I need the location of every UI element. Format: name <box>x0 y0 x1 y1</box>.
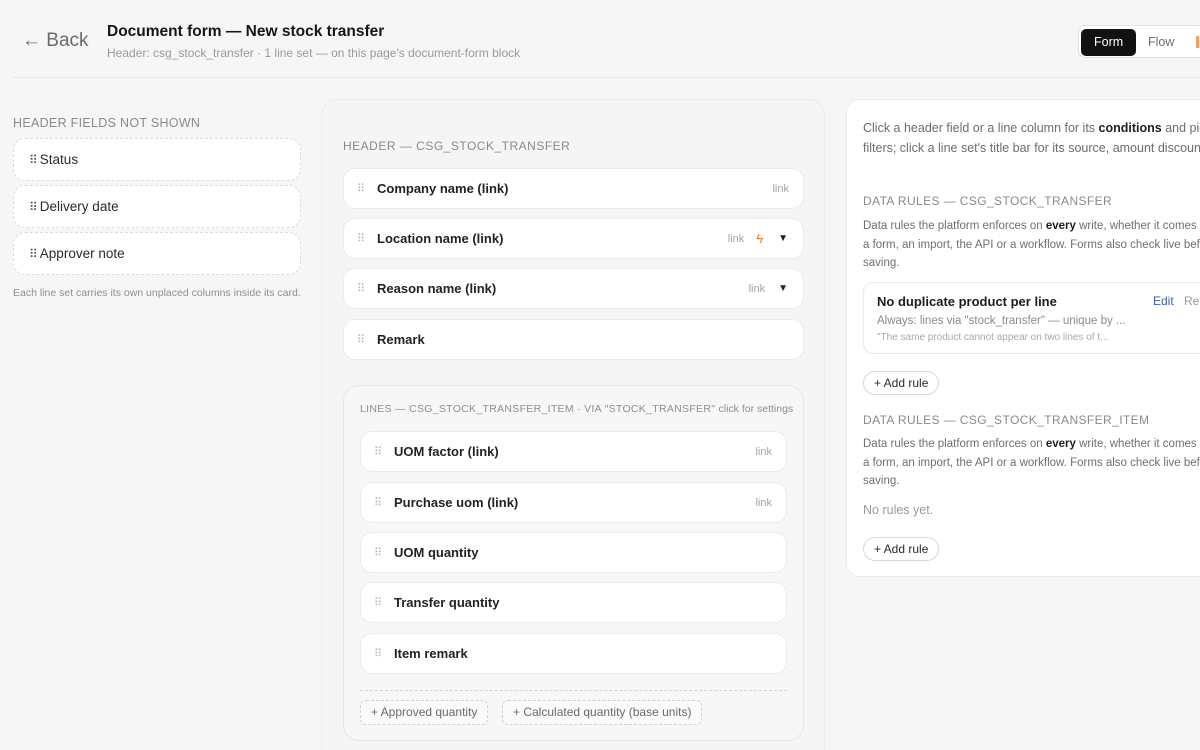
description-text: Data rules the platform enforces on <box>863 220 1046 232</box>
data-rule-card[interactable]: No duplicate product per line Edit Remov… <box>863 282 1200 354</box>
header-section-heading: HEADER — CSG_STOCK_TRANSFER <box>343 139 571 153</box>
edit-rule-button[interactable]: Edit <box>1153 294 1174 308</box>
field-type-tag: link <box>755 445 772 458</box>
line-set-note: Each line set carries its own unplaced c… <box>13 287 301 299</box>
field-type-tag: link <box>772 182 789 195</box>
field-label: Company name (link) <box>377 181 509 196</box>
top-bar: ← Back Document form — New stock transfe… <box>0 0 1200 78</box>
description-text: Data rules the platform enforces on <box>863 438 1046 450</box>
unplaced-columns-divider <box>360 690 787 691</box>
drag-handle-icon[interactable]: ⠿ <box>344 333 377 346</box>
intro-emphasis: conditions <box>1098 121 1162 135</box>
field-label: Location name (link) <box>377 231 504 246</box>
field-label: Reason name (link) <box>377 281 497 296</box>
tab-overflow-marker[interactable] <box>1196 36 1199 48</box>
description-emphasis: every <box>1045 438 1076 450</box>
data-rules-description: Data rules the platform enforces on ever… <box>863 217 1200 273</box>
drag-handle-icon[interactable]: ⠿ <box>361 596 394 609</box>
line-set-title: LINES — CSG_STOCK_TRANSFER_ITEM · VIA "S… <box>360 403 716 415</box>
field-type-tag: link <box>727 232 745 245</box>
view-switch: Form Flow <box>1078 25 1200 58</box>
field-label: Item remark <box>394 646 468 661</box>
page-subtitle: Header: csg_stock_transfer · 1 line set … <box>107 46 521 60</box>
empty-rules-text: No rules yet. <box>863 503 934 517</box>
unshown-fields-heading: HEADER FIELDS NOT SHOWN <box>13 116 201 130</box>
field-type-tag: link <box>755 496 772 509</box>
line-column-transfer-quantity[interactable]: ⠿ Transfer quantity <box>360 582 787 623</box>
field-label: UOM quantity <box>394 545 479 560</box>
rule-condition: Always: lines via "stock_transfer" — uni… <box>877 315 1126 327</box>
field-label: Transfer quantity <box>394 595 500 610</box>
rule-message: "The same product cannot appear on two l… <box>877 332 1109 343</box>
drag-handle-icon[interactable]: ⠿ <box>361 445 394 458</box>
drag-handle-icon[interactable]: ⠿ <box>361 496 394 509</box>
drag-handle-icon[interactable]: ⠿ <box>29 200 38 214</box>
top-divider <box>13 77 1200 78</box>
unshown-field-label: Approver note <box>39 246 125 261</box>
field-label: Purchase uom (link) <box>394 495 519 510</box>
drag-handle-icon[interactable]: ⠿ <box>361 647 394 660</box>
field-label: UOM factor (link) <box>394 444 499 459</box>
tab-flow[interactable]: Flow <box>1135 29 1187 56</box>
header-field-location-name[interactable]: ⠿ Location name (link) link ϟ ▼ <box>343 218 804 259</box>
data-rules-heading-header: DATA RULES — CSG_STOCK_TRANSFER <box>863 194 1113 208</box>
filter-icon[interactable]: ▼ <box>778 233 788 244</box>
page-title: Document form — New stock transfer <box>107 23 385 40</box>
header-field-company-name[interactable]: ⠿ Company name (link) link <box>343 168 804 209</box>
add-approved-quantity-button[interactable]: + Approved quantity <box>360 700 489 725</box>
line-set-title-bar[interactable]: LINES — CSG_STOCK_TRANSFER_ITEM · VIA "S… <box>360 403 793 415</box>
line-column-purchase-uom[interactable]: ⠿ Purchase uom (link) link <box>360 482 787 523</box>
line-set-card[interactable]: LINES — CSG_STOCK_TRANSFER_ITEM · VIA "S… <box>343 385 804 741</box>
drag-handle-icon[interactable]: ⠿ <box>29 247 38 261</box>
drag-handle-icon[interactable]: ⠿ <box>29 153 38 167</box>
intro-text: Click a header field or a line column fo… <box>863 121 1099 135</box>
line-column-uom-factor[interactable]: ⠿ UOM factor (link) link <box>360 431 787 472</box>
unshown-fields-list: ⠿ Status ⠿ Delivery date ⠿ Approver note <box>13 138 301 275</box>
rule-title: No duplicate product per line <box>877 294 1057 309</box>
line-column-uom-quantity[interactable]: ⠿ UOM quantity <box>360 532 787 573</box>
add-rule-button[interactable]: + Add rule <box>863 371 940 395</box>
unshown-fields-panel: HEADER FIELDS NOT SHOWN ⠿ Status ⠿ Deliv… <box>13 116 301 301</box>
line-set-settings-hint: click for settings <box>718 403 794 415</box>
unshown-field-label: Status <box>39 152 79 167</box>
data-rules-heading-lines: DATA RULES — CSG_STOCK_TRANSFER_ITEM <box>863 413 1150 427</box>
unshown-field-label: Delivery date <box>39 199 119 214</box>
add-calculated-quantity-button[interactable]: + Calculated quantity (base units) <box>502 700 703 725</box>
filter-icon[interactable]: ▼ <box>778 283 788 294</box>
unshown-field-delivery-date[interactable]: ⠿ Delivery date <box>13 185 301 228</box>
field-label: Remark <box>377 332 425 347</box>
inspector-intro: Click a header field or a line column fo… <box>863 118 1200 158</box>
trigger-bolt-icon[interactable]: ϟ <box>756 231 763 246</box>
form-canvas: HEADER — CSG_STOCK_TRANSFER ⠿ Company na… <box>321 99 825 750</box>
data-rules-description: Data rules the platform enforces on ever… <box>863 435 1200 491</box>
description-emphasis: every <box>1045 220 1076 232</box>
line-column-item-remark[interactable]: ⠿ Item remark <box>360 633 787 674</box>
tab-form[interactable]: Form <box>1081 29 1137 56</box>
back-button[interactable]: ← Back <box>22 30 89 52</box>
remove-rule-button[interactable]: Remove <box>1184 294 1200 308</box>
header-field-remark[interactable]: ⠿ Remark <box>343 319 804 360</box>
unshown-field-status[interactable]: ⠿ Status <box>13 138 301 181</box>
field-type-tag: link <box>748 282 766 295</box>
drag-handle-icon[interactable]: ⠿ <box>344 282 377 295</box>
drag-handle-icon[interactable]: ⠿ <box>361 546 394 559</box>
unshown-field-approver-note[interactable]: ⠿ Approver note <box>13 232 301 275</box>
header-field-reason-name[interactable]: ⠿ Reason name (link) link ▼ <box>343 268 804 309</box>
add-rule-button[interactable]: + Add rule <box>863 537 940 561</box>
drag-handle-icon[interactable]: ⠿ <box>344 182 377 195</box>
drag-handle-icon[interactable]: ⠿ <box>344 232 377 245</box>
inspector-panel: Click a header field or a line column fo… <box>846 99 1200 577</box>
